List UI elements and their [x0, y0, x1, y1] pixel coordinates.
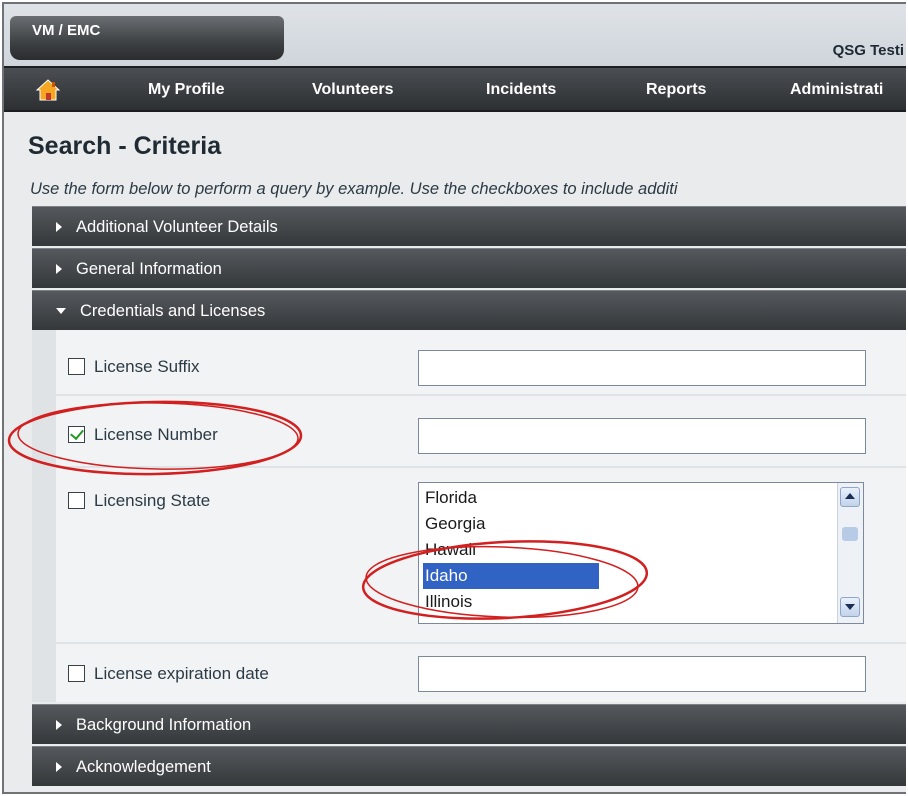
list-option[interactable]: Hawaii: [423, 537, 599, 563]
section-background-information[interactable]: Background Information: [32, 704, 906, 744]
license-suffix-input[interactable]: [418, 350, 866, 386]
nav-reports[interactable]: Reports: [646, 81, 706, 99]
license-expiration-row: License expiration date: [56, 644, 906, 702]
nav-incidents[interactable]: Incidents: [486, 81, 556, 99]
section-label: Additional Volunteer Details: [76, 218, 278, 236]
section-label: Acknowledgement: [76, 758, 211, 776]
licensing-state-row: Licensing State Florida Georgia Hawaii I…: [56, 468, 906, 642]
section-label: Background Information: [76, 716, 252, 734]
license-suffix-row: License Suffix: [56, 330, 906, 394]
main-nav: My Profile Volunteers Incidents Reports …: [4, 66, 906, 112]
credentials-panel: License Suffix License Number Licensing …: [32, 330, 906, 702]
expand-arrow-icon: [56, 719, 62, 730]
instructions-text: Use the form below to perform a query by…: [30, 180, 678, 198]
nav-administration[interactable]: Administrati: [790, 81, 883, 99]
licensing-state-label: Licensing State: [94, 491, 211, 510]
expand-arrow-icon: [56, 761, 62, 772]
app-tab[interactable]: VM / EMC: [10, 16, 284, 60]
home-icon[interactable]: [35, 79, 61, 101]
app-title: QSG Testi: [832, 42, 904, 59]
license-expiration-checkbox[interactable]: [68, 665, 85, 682]
nav-my-profile[interactable]: My Profile: [148, 81, 224, 99]
section-label: Credentials and Licenses: [80, 302, 266, 320]
section-acknowledgement[interactable]: Acknowledgement: [32, 746, 906, 786]
list-option-selected[interactable]: Idaho: [423, 563, 599, 589]
expand-arrow-icon: [56, 263, 62, 274]
licensing-state-listbox[interactable]: Florida Georgia Hawaii Idaho Illinois: [418, 482, 864, 624]
license-expiration-label: License expiration date: [94, 664, 269, 683]
license-number-checkbox[interactable]: [68, 426, 85, 443]
section-general-information[interactable]: General Information: [32, 248, 906, 288]
license-number-label: License Number: [94, 425, 218, 444]
expand-arrow-icon: [56, 221, 62, 232]
scroll-thumb[interactable]: [842, 527, 858, 541]
scroll-down-icon[interactable]: [840, 597, 860, 617]
license-expiration-input[interactable]: [418, 656, 866, 692]
nav-volunteers[interactable]: Volunteers: [312, 81, 394, 99]
license-suffix-checkbox[interactable]: [68, 358, 85, 375]
top-bar: VM / EMC QSG Testi: [4, 4, 906, 66]
list-option[interactable]: Illinois: [423, 589, 599, 615]
section-credentials-and-licenses[interactable]: Credentials and Licenses: [32, 290, 906, 330]
page-title: Search - Criteria: [28, 132, 222, 160]
license-number-input[interactable]: [418, 418, 866, 454]
license-suffix-label: License Suffix: [94, 357, 200, 376]
collapse-arrow-icon: [56, 307, 66, 314]
license-number-row: License Number: [56, 396, 906, 466]
section-additional-volunteer-details[interactable]: Additional Volunteer Details: [32, 206, 906, 246]
section-label: General Information: [76, 260, 222, 278]
scroll-up-icon[interactable]: [840, 487, 860, 507]
listbox-scrollbar[interactable]: [837, 483, 863, 623]
app-window: VM / EMC QSG Testi My Profile Volunteers…: [2, 2, 906, 794]
licensing-state-checkbox[interactable]: [68, 492, 85, 509]
list-option[interactable]: Florida: [423, 485, 599, 511]
list-option[interactable]: Georgia: [423, 511, 599, 537]
